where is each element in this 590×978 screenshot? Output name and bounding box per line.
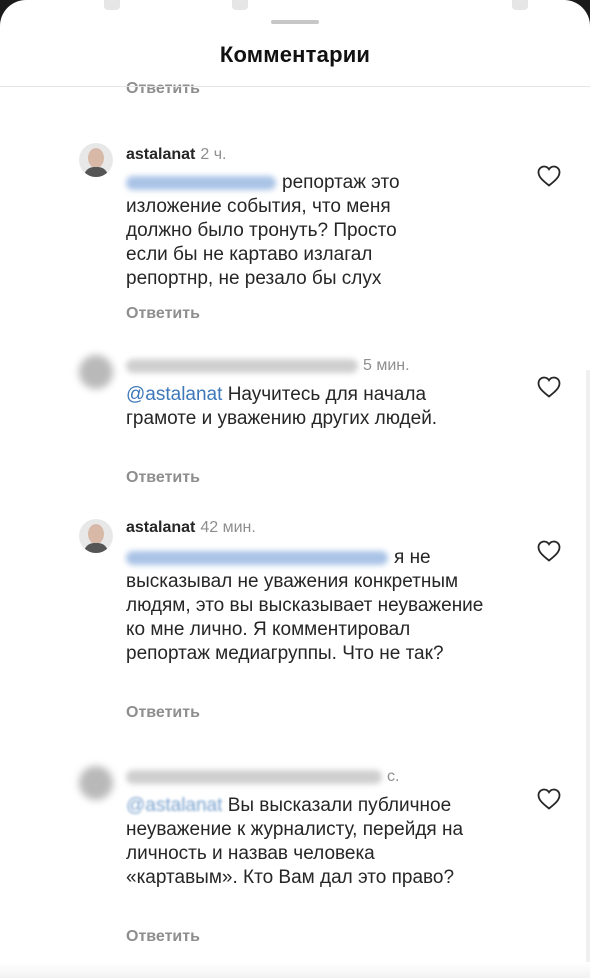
reply-button[interactable]: Ответить [126,928,200,946]
comment-meta: astalanat 2 ч. [126,145,227,165]
comment-time: с. [387,768,400,785]
comment-meta: 5 мин. [126,356,410,376]
blurred-mention[interactable] [126,175,276,190]
comment-username[interactable]: astalanat [126,146,195,163]
like-icon[interactable] [537,165,561,187]
reply-button[interactable]: Ответить [126,305,200,323]
avatar[interactable] [79,355,113,389]
mention-link[interactable]: @astalanat [126,795,222,816]
blurred-mention[interactable] [126,550,388,565]
mention-link[interactable]: @astalanat [126,384,222,405]
comment-meta: с. [126,767,399,787]
comment-text: @astalanat Научитесь для начала грамоте … [126,384,438,429]
sheet-title: Комментарии [219,42,371,67]
status-bar-dot [232,0,248,10]
blurred-username[interactable] [126,769,382,784]
reply-button[interactable]: Ответить [126,704,200,722]
comment-time: 5 мин. [363,357,410,374]
bottom-fade [0,962,590,978]
blurred-username[interactable] [126,358,358,373]
status-bar-dot [104,0,120,10]
comment-text: @astalanat Вы высказали публичное неуваж… [126,795,464,888]
reply-button[interactable]: Ответить [126,80,200,98]
comment-meta: astalanat 42 мин. [126,518,256,538]
comment-username[interactable]: astalanat [126,519,195,536]
comment-time: 2 ч. [200,146,227,163]
avatar[interactable] [79,519,113,553]
avatar[interactable] [79,143,113,177]
header-divider [0,86,590,87]
like-icon[interactable] [537,788,561,810]
status-bar-dot [512,0,528,10]
avatar[interactable] [79,766,113,800]
comment-time: 42 мин. [200,519,256,536]
comment-text: я не высказывал не уважения конкретным л… [126,547,484,664]
comment-text: репортаж это изложение события, что меня… [126,172,400,289]
comments-sheet: Комментарии Ответить astalanat 2 ч. репор… [0,0,590,978]
reply-button[interactable]: Ответить [126,469,200,487]
like-icon[interactable] [537,376,561,398]
drag-handle[interactable] [271,20,319,24]
like-icon[interactable] [537,540,561,562]
scrollbar[interactable] [586,370,590,970]
